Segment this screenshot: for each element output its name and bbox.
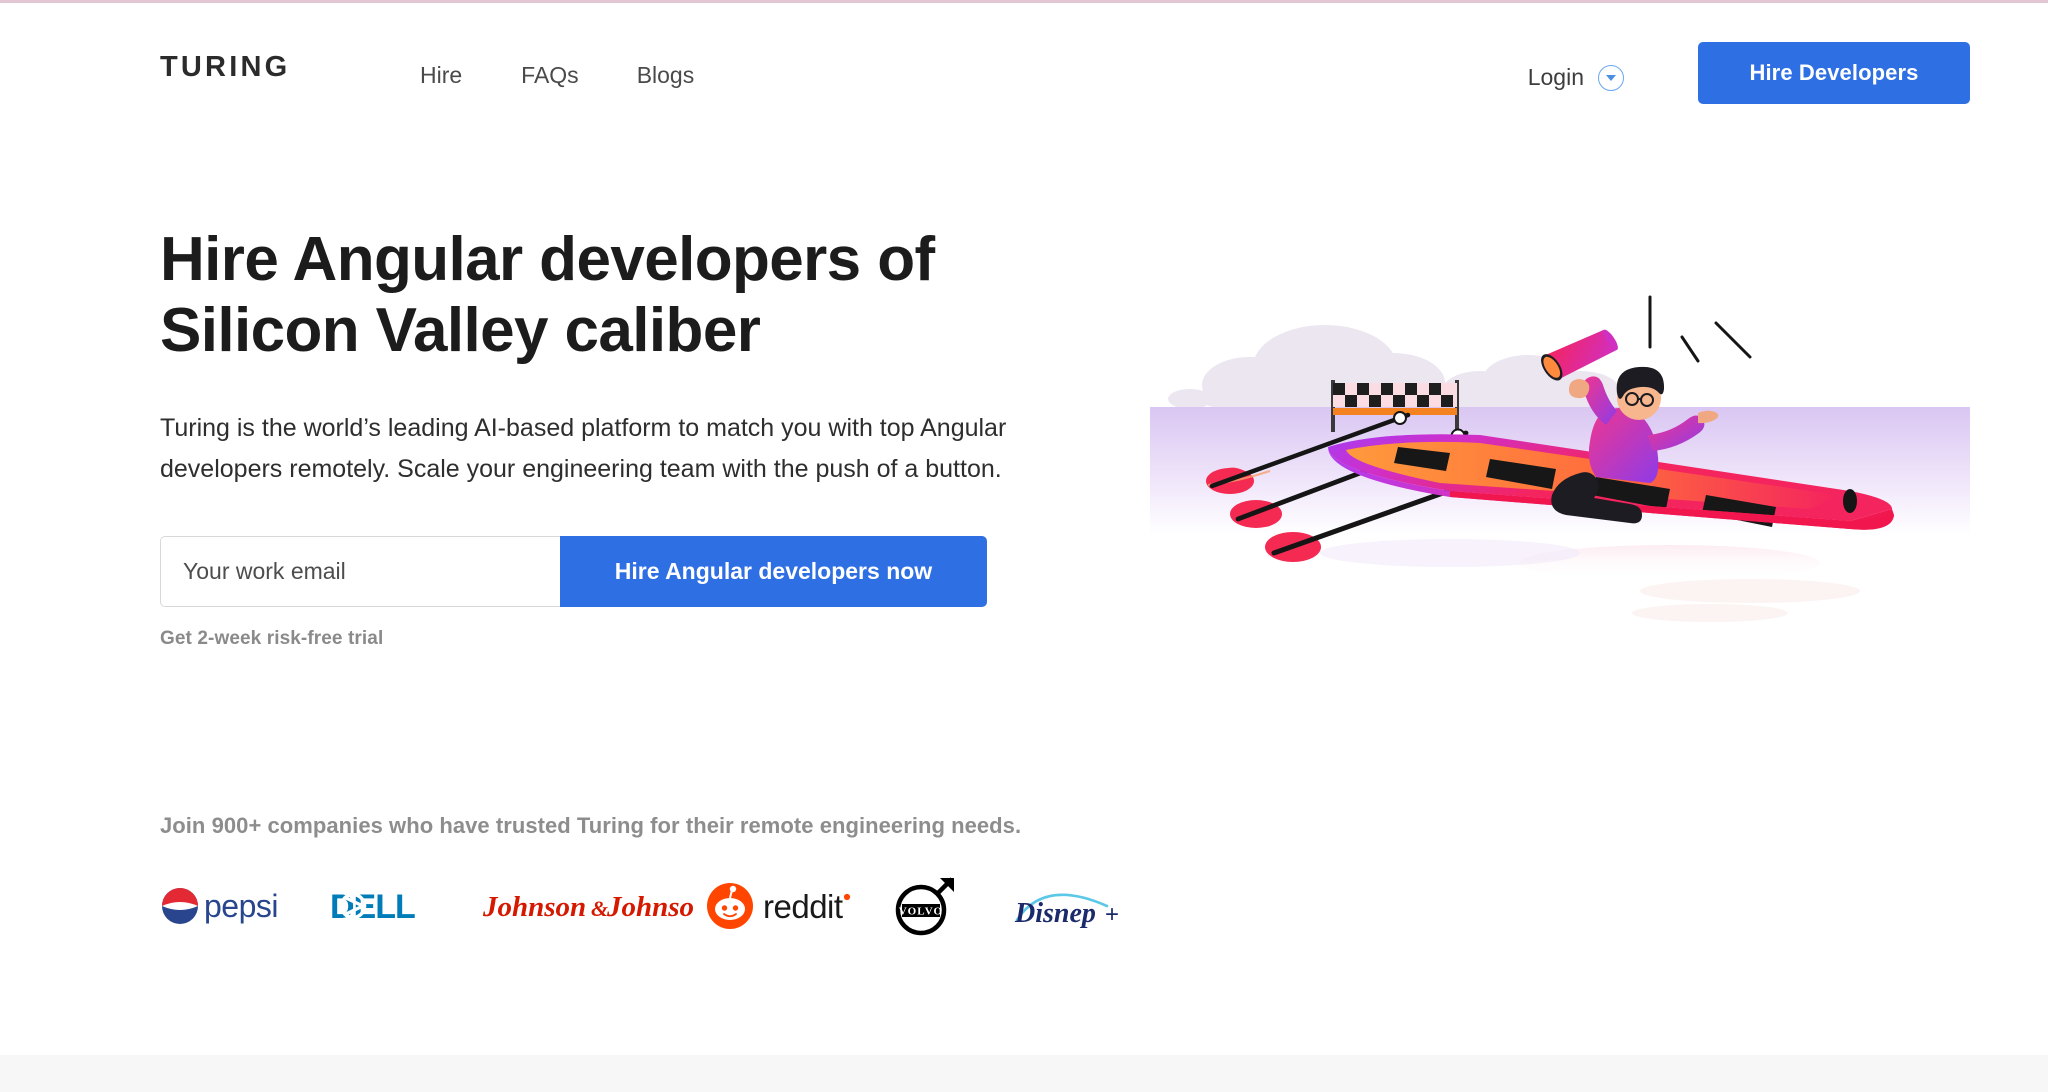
svg-text:VOLVO: VOLVO bbox=[899, 906, 943, 918]
svg-text:Disnep: Disnep bbox=[1014, 898, 1096, 929]
dell-logo: DELL bbox=[330, 868, 483, 944]
page-root: TURING Hire FAQs Blogs Login Hire Develo… bbox=[0, 0, 2048, 1092]
svg-text:&: & bbox=[591, 896, 608, 921]
water-reflection bbox=[1320, 539, 1860, 622]
hire-angular-developers-now-button[interactable]: Hire Angular developers now bbox=[560, 536, 987, 608]
svg-text:Johnson: Johnson bbox=[483, 891, 586, 923]
volvo-logo-svg: VOLVO bbox=[895, 877, 954, 936]
social-proof-text: Join 900+ companies who have trusted Tur… bbox=[160, 813, 1022, 838]
rowing-boat-illustration bbox=[1150, 295, 1970, 655]
reddit-logo: reddit bbox=[706, 868, 892, 944]
email-signup-form: Hire Angular developers now bbox=[160, 536, 987, 608]
svg-text:pepsi: pepsi bbox=[204, 888, 278, 924]
svg-text:Johnson: Johnson bbox=[606, 891, 693, 923]
turing-logo[interactable]: TURING bbox=[160, 53, 290, 82]
svg-text:+: + bbox=[1105, 901, 1119, 928]
social-proof: Join 900+ companies who have trusted Tur… bbox=[160, 813, 1310, 944]
nav-item-blogs[interactable]: Blogs bbox=[637, 61, 695, 91]
login-menu[interactable]: Login bbox=[1528, 63, 1624, 93]
login-label: Login bbox=[1527, 64, 1584, 90]
pepsi-logo: pepsi bbox=[160, 868, 330, 944]
disney-logo: Disnep + bbox=[1009, 868, 1149, 944]
jnj-logo-svg: Johnson & Johnson bbox=[483, 891, 693, 923]
risk-free-trial-note: Get 2-week risk-free trial bbox=[160, 628, 384, 650]
hire-developers-button[interactable]: Hire Developers bbox=[1698, 42, 1970, 104]
page-title: Hire Angular developers of Silicon Valle… bbox=[160, 225, 935, 365]
main-nav: Hire FAQs Blogs bbox=[420, 61, 694, 91]
volvo-logo: VOLVO bbox=[892, 868, 1009, 944]
page-bottom-band bbox=[0, 1055, 2048, 1092]
svg-text:reddit: reddit bbox=[763, 888, 843, 925]
dell-logo-svg: DELL bbox=[330, 888, 416, 926]
jnj-logo: Johnson & Johnson bbox=[483, 868, 706, 944]
rowing-boat-svg bbox=[1150, 295, 1970, 622]
nav-item-hire[interactable]: Hire bbox=[420, 61, 462, 91]
disney-logo-svg: Disnep + bbox=[1014, 893, 1119, 929]
reddit-logo-svg: reddit bbox=[707, 883, 851, 929]
pepsi-logo-svg: pepsi bbox=[162, 888, 279, 924]
speed-lines bbox=[1648, 295, 1752, 363]
hero-description: Turing is the world’s leading AI-based p… bbox=[160, 414, 1007, 483]
client-logo-row: pepsi DELL Johnson & Johnson bbox=[160, 868, 1310, 944]
hero-content: Hire Angular developers of Silicon Valle… bbox=[160, 225, 1110, 650]
chevron-down-circle-icon[interactable] bbox=[1598, 64, 1624, 91]
nav-item-faqs[interactable]: FAQs bbox=[521, 61, 579, 91]
work-email-input[interactable] bbox=[160, 536, 560, 608]
site-header: TURING Hire FAQs Blogs Login Hire Develo… bbox=[0, 3, 2048, 125]
